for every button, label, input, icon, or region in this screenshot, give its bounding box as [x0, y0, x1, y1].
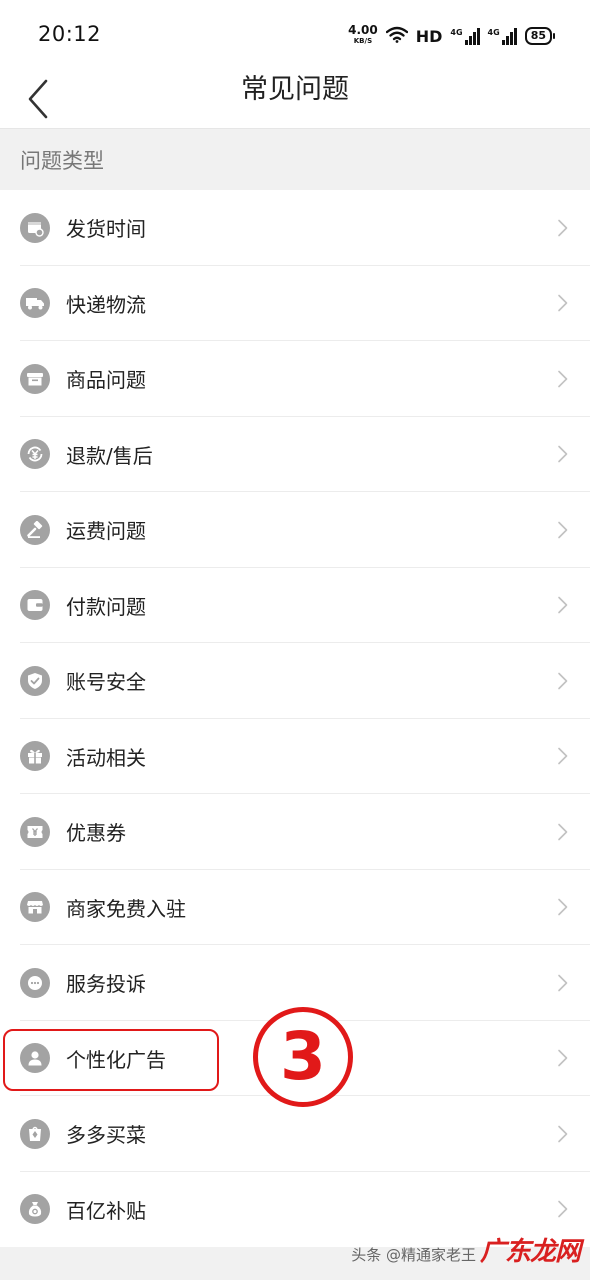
section-header: 问题类型 — [0, 129, 590, 190]
watermark: 头条 @精通家老王 广东龙网 — [351, 1231, 581, 1268]
store-icon — [20, 892, 50, 923]
status-bar: 20:12 4.00 KB/S HD 4G 4G 85 — [0, 0, 590, 70]
faq-item-coupons[interactable]: 优惠券 — [0, 794, 590, 870]
chevron-right-icon — [558, 1125, 568, 1143]
wallet-icon — [20, 590, 50, 621]
coupon-icon — [20, 816, 50, 847]
faq-item-label: 退款/售后 — [66, 443, 153, 468]
chevron-right-icon — [558, 672, 568, 690]
faq-item-account-security[interactable]: 账号安全 — [0, 643, 590, 719]
signal-icon-2: 4G — [488, 27, 517, 45]
faq-item-label: 运费问题 — [66, 519, 146, 544]
chevron-right-icon — [558, 1200, 568, 1218]
gift-icon — [20, 741, 50, 772]
faq-item-express-logistics[interactable]: 快递物流 — [0, 265, 590, 341]
status-icons: 4.00 KB/S HD 4G 4G 85 — [348, 23, 556, 48]
chevron-right-icon — [558, 898, 568, 916]
network-speed: 4.00 KB/S — [348, 23, 378, 46]
network-speed-value: 4.00 — [348, 23, 378, 37]
wifi-icon — [385, 26, 408, 47]
faq-item-label: 多多买菜 — [66, 1123, 146, 1148]
faq-item-label: 付款问题 — [66, 594, 146, 619]
money-bag-icon — [20, 1194, 50, 1225]
chevron-right-icon — [558, 219, 568, 237]
faq-item-label: 商品问题 — [66, 368, 146, 393]
chevron-right-icon — [558, 521, 568, 539]
chevron-right-icon — [558, 823, 568, 841]
box-icon — [20, 363, 50, 394]
faq-item-refund-after-sales[interactable]: 退款/售后 — [0, 416, 590, 492]
step-number-badge: 3 — [253, 1007, 353, 1107]
faq-item-merchant-free-entry[interactable]: 商家免费入驻 — [0, 869, 590, 945]
chevron-right-icon — [558, 974, 568, 992]
chat-bubble-icon — [20, 967, 50, 998]
network-speed-unit: KB/S — [353, 37, 373, 45]
shield-icon — [20, 665, 50, 696]
chevron-right-icon — [558, 596, 568, 614]
status-time: 20:12 — [38, 22, 102, 46]
faq-item-duoduo-grocery[interactable]: 多多买菜 — [0, 1096, 590, 1172]
faq-item-label: 发货时间 — [66, 217, 146, 242]
hd-indicator: HD — [415, 26, 443, 46]
page-title: 常见问题 — [241, 74, 349, 105]
highlight-box — [3, 1029, 219, 1091]
watermark-logo: 广东龙网 — [479, 1237, 581, 1267]
faq-item-shipping-time[interactable]: 发货时间 — [0, 190, 590, 266]
faq-item-product-issues[interactable]: 商品问题 — [0, 341, 590, 417]
faq-item-label: 商家免费入驻 — [66, 896, 186, 921]
faq-item-label: 活动相关 — [66, 745, 146, 770]
section-title: 问题类型 — [20, 149, 104, 173]
chevron-right-icon — [558, 294, 568, 312]
faq-item-label: 快递物流 — [66, 292, 146, 317]
faq-item-label: 优惠券 — [66, 821, 126, 846]
watermark-text: 头条 @精通家老王 — [351, 1246, 476, 1264]
battery-indicator: 85 — [524, 27, 556, 45]
truck-icon — [20, 288, 50, 319]
faq-item-activities[interactable]: 活动相关 — [0, 718, 590, 794]
signal-icon: 4G — [450, 27, 480, 45]
vegetable-bag-icon — [20, 1118, 50, 1149]
chevron-right-icon — [558, 1049, 568, 1067]
chevron-right-icon — [558, 747, 568, 765]
faq-item-label: 服务投诉 — [66, 972, 146, 997]
faq-item-label: 百亿补贴 — [66, 1198, 146, 1223]
chevron-right-icon — [558, 445, 568, 463]
yuan-refund-icon — [20, 439, 50, 470]
hammer-icon — [20, 514, 50, 545]
chevron-right-icon — [558, 370, 568, 388]
calendar-clock-icon — [20, 212, 50, 243]
faq-item-payment-issues[interactable]: 付款问题 — [0, 567, 590, 643]
faq-item-label: 账号安全 — [66, 670, 146, 695]
faq-item-shipping-fee[interactable]: 运费问题 — [0, 492, 590, 568]
nav-bar: 常见问题 — [0, 70, 590, 129]
